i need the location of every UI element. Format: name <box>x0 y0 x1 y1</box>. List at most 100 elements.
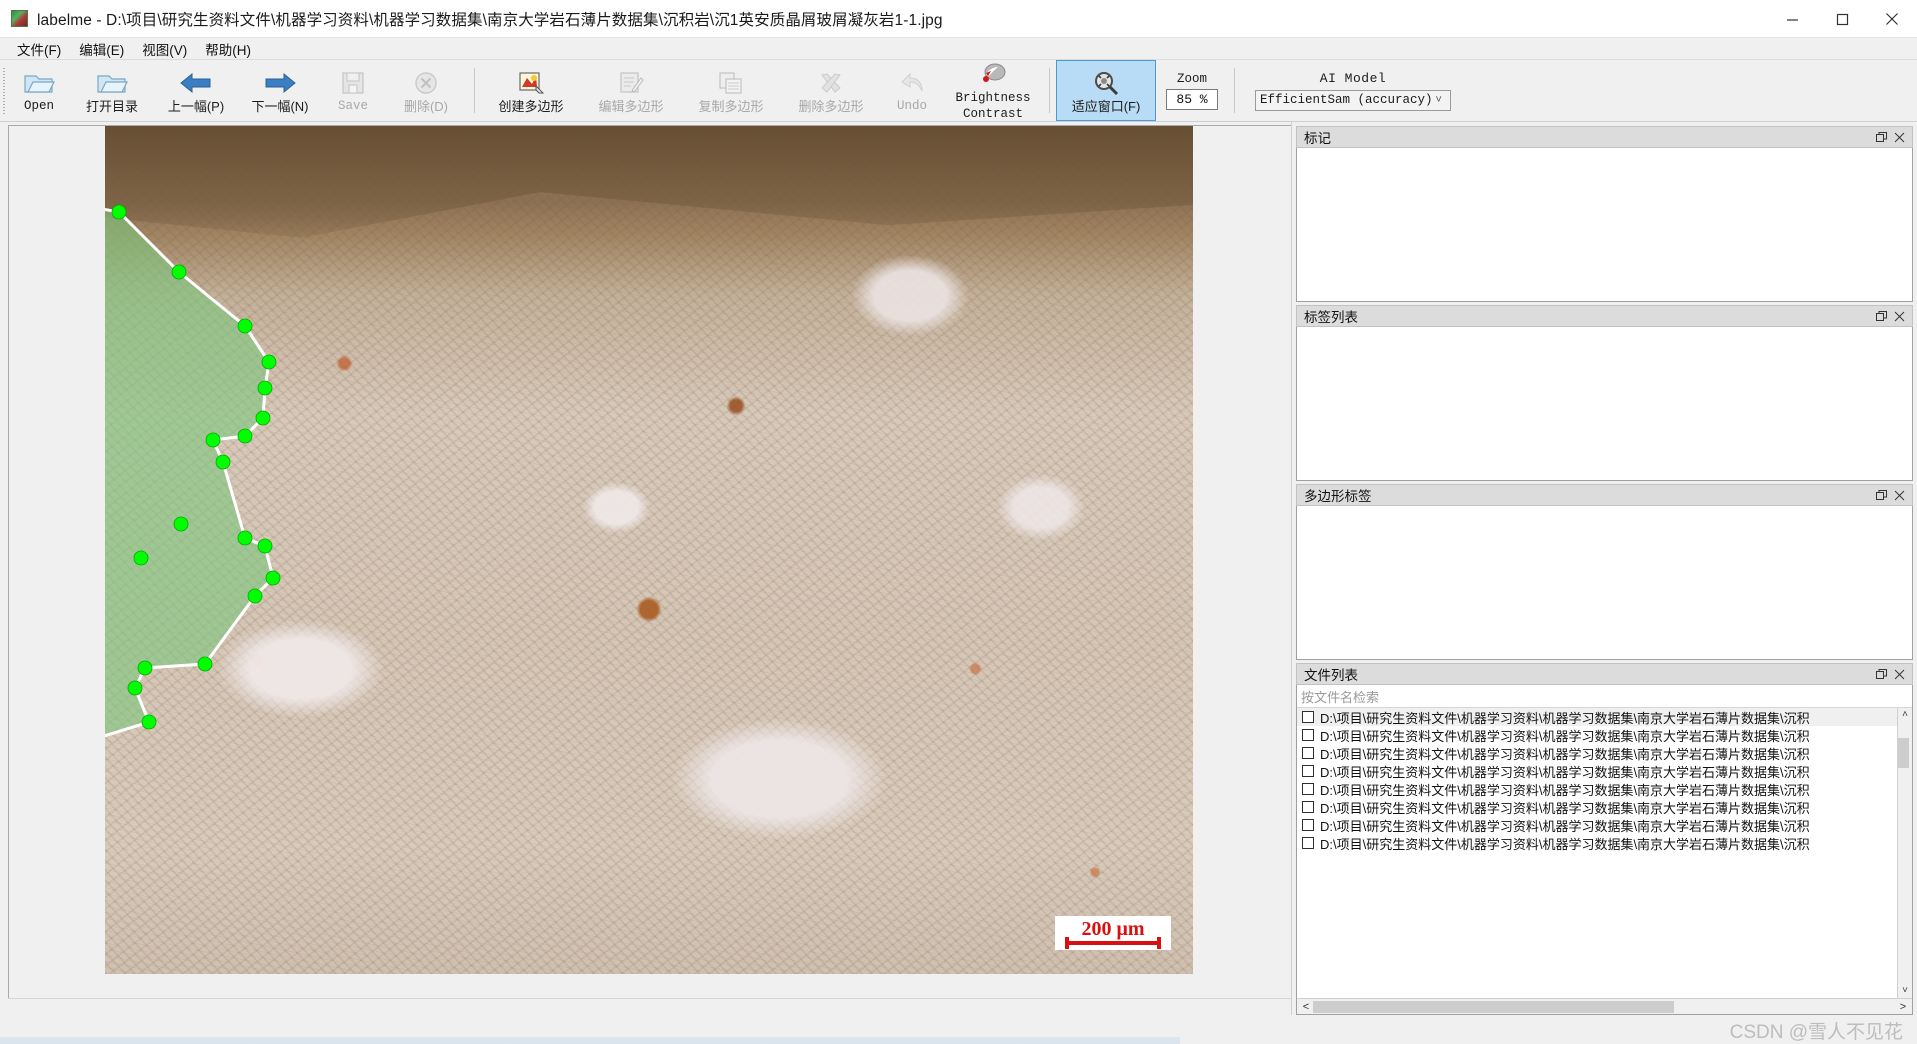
undo-button[interactable]: Undo <box>881 60 943 121</box>
hscroll-track[interactable] <box>1313 1000 1896 1013</box>
panel-polygon-labels-title: 多边形标签 <box>1304 489 1372 504</box>
chevron-down-icon: ˅ <box>1435 94 1442 107</box>
scroll-right-icon[interactable]: ˃ <box>1896 1001 1910 1013</box>
file-checkbox[interactable] <box>1302 819 1314 831</box>
prev-image-label: 上一幅(P) <box>167 98 225 114</box>
scroll-down-icon[interactable]: ˅ <box>1902 984 1908 998</box>
image-canvas[interactable]: 200 μm <box>8 125 1291 998</box>
delete-button-label: 删除(D) <box>403 98 449 114</box>
toolbar-separator-2 <box>1049 68 1050 113</box>
contrast-label: Contrast <box>962 106 1023 121</box>
menu-help[interactable]: 帮助(H) <box>196 37 260 61</box>
float-icon[interactable] <box>1872 128 1890 146</box>
close-icon[interactable] <box>1890 665 1908 683</box>
zoom-control: Zoom 85 % <box>1156 60 1228 121</box>
menu-file[interactable]: 文件(F) <box>8 37 70 61</box>
delete-icon <box>413 68 439 98</box>
minimize-icon[interactable] <box>1767 0 1817 38</box>
ai-model-caption: AI Model <box>1319 70 1387 86</box>
open-button[interactable]: Open <box>8 60 70 121</box>
float-icon[interactable] <box>1872 486 1890 504</box>
save-icon <box>340 68 366 98</box>
file-list-horizontal-scrollbar[interactable]: ˂ ˃ <box>1297 998 1912 1014</box>
file-list-vertical-scrollbar[interactable]: ˄ ˅ <box>1897 708 1912 998</box>
close-icon[interactable] <box>1867 0 1917 38</box>
labelme-icon <box>11 10 28 27</box>
menu-view[interactable]: 视图(V) <box>133 37 196 61</box>
maximize-icon[interactable] <box>1817 0 1867 38</box>
toolbar-separator-3 <box>1234 68 1235 113</box>
file-checkbox[interactable] <box>1302 747 1314 759</box>
delete-polygon-label: 删除多边形 <box>798 98 864 114</box>
file-checkbox[interactable] <box>1302 729 1314 741</box>
edit-polygon-icon <box>617 68 645 98</box>
create-polygon-button[interactable]: 创建多边形 <box>481 60 581 121</box>
scroll-up-icon[interactable]: ˄ <box>1902 708 1908 722</box>
panel-file-list-header: 文件列表 <box>1296 663 1913 685</box>
toolbar-separator-1 <box>474 68 475 113</box>
scroll-thumb[interactable] <box>1897 738 1909 768</box>
list-item[interactable]: D:\项目\研究生资料文件\机器学习资料\机器学习数据集\南京大学岩石薄片数据集… <box>1297 744 1897 762</box>
save-button[interactable]: Save <box>322 60 384 121</box>
list-item[interactable]: D:\项目\研究生资料文件\机器学习资料\机器学习数据集\南京大学岩石薄片数据集… <box>1297 762 1897 780</box>
panel-flags-title: 标记 <box>1304 131 1331 146</box>
delete-polygon-button[interactable]: 删除多边形 <box>781 60 881 121</box>
float-icon[interactable] <box>1872 307 1890 325</box>
close-icon[interactable] <box>1890 128 1908 146</box>
zoom-input[interactable]: 85 % <box>1166 88 1218 110</box>
file-path: D:\项目\研究生资料文件\机器学习资料\机器学习数据集\南京大学岩石薄片数据集… <box>1320 782 1810 798</box>
list-item[interactable]: D:\项目\研究生资料文件\机器学习资料\机器学习数据集\南京大学岩石薄片数据集… <box>1297 816 1897 834</box>
ai-model-select[interactable]: EfficientSam (accuracy) ˅ <box>1255 89 1451 111</box>
brightness-contrast-button[interactable]: Brightness Contrast <box>943 60 1043 121</box>
fit-window-label: 适应窗口(F) <box>1071 98 1141 114</box>
file-checkbox[interactable] <box>1302 801 1314 813</box>
list-item[interactable]: D:\项目\研究生资料文件\机器学习资料\机器学习数据集\南京大学岩石薄片数据集… <box>1297 798 1897 816</box>
file-path: D:\项目\研究生资料文件\机器学习资料\机器学习数据集\南京大学岩石薄片数据集… <box>1320 764 1810 780</box>
ai-model-value: EfficientSam (accuracy) <box>1260 93 1433 107</box>
canvas-horizontal-scrollbar[interactable] <box>8 998 1291 1015</box>
polygon-annotation[interactable] <box>105 126 1193 974</box>
panel-flags-body[interactable] <box>1296 148 1913 302</box>
prev-image-button[interactable]: 上一幅(P) <box>154 60 238 121</box>
open-folder-icon <box>23 68 55 98</box>
panel-polygon-labels-header: 多边形标签 <box>1296 484 1913 506</box>
panel-flags: 标记 <box>1296 126 1913 302</box>
panel-label-list-header: 标签列表 <box>1296 305 1913 327</box>
edit-polygon-button[interactable]: 编辑多边形 <box>581 60 681 121</box>
close-icon[interactable] <box>1890 486 1908 504</box>
next-image-label: 下一幅(N) <box>251 98 309 114</box>
fit-window-icon <box>1091 68 1121 98</box>
file-path: D:\项目\研究生资料文件\机器学习资料\机器学习数据集\南京大学岩石薄片数据集… <box>1320 710 1810 726</box>
list-item[interactable]: D:\项目\研究生资料文件\机器学习资料\机器学习数据集\南京大学岩石薄片数据集… <box>1297 834 1897 852</box>
list-item[interactable]: D:\项目\研究生资料文件\机器学习资料\机器学习数据集\南京大学岩石薄片数据集… <box>1297 780 1897 798</box>
close-icon[interactable] <box>1890 307 1908 325</box>
brightness-label: Brightness <box>955 91 1031 106</box>
list-item[interactable]: D:\项目\研究生资料文件\机器学习资料\机器学习数据集\南京大学岩石薄片数据集… <box>1297 708 1897 726</box>
next-image-button[interactable]: 下一幅(N) <box>238 60 322 121</box>
panel-file-list: 文件列表 按文件名检索 D:\项目\研究生资料文件\机器学习资料\机器学习数据集… <box>1296 663 1913 1015</box>
window-title: labelme - D:\项目\研究生资料文件\机器学习资料\机器学习数据集\南… <box>37 11 943 29</box>
file-search-input[interactable]: 按文件名检索 <box>1297 685 1912 708</box>
edit-polygon-label: 编辑多边形 <box>598 98 664 114</box>
file-path: D:\项目\研究生资料文件\机器学习资料\机器学习数据集\南京大学岩石薄片数据集… <box>1320 728 1810 744</box>
menu-edit[interactable]: 编辑(E) <box>70 37 133 61</box>
file-checkbox[interactable] <box>1302 783 1314 795</box>
scroll-left-icon[interactable]: ˂ <box>1299 1001 1313 1013</box>
undo-icon <box>898 68 926 98</box>
open-directory-button[interactable]: 打开目录 <box>70 60 154 121</box>
fit-window-button[interactable]: 适应窗口(F) <box>1056 60 1156 121</box>
file-checkbox[interactable] <box>1302 711 1314 723</box>
delete-button[interactable]: 删除(D) <box>384 60 468 121</box>
toolbar-grip[interactable] <box>0 60 8 121</box>
panel-polygon-labels: 多边形标签 <box>1296 484 1913 660</box>
panel-label-list: 标签列表 <box>1296 305 1913 481</box>
panel-polygon-labels-body[interactable] <box>1296 506 1913 660</box>
copy-polygon-button[interactable]: 复制多边形 <box>681 60 781 121</box>
float-icon[interactable] <box>1872 665 1890 683</box>
panel-label-list-body[interactable] <box>1296 327 1913 481</box>
list-item[interactable]: D:\项目\研究生资料文件\机器学习资料\机器学习数据集\南京大学岩石薄片数据集… <box>1297 726 1897 744</box>
file-checkbox[interactable] <box>1302 837 1314 849</box>
hscroll-thumb[interactable] <box>1313 1000 1675 1013</box>
file-path: D:\项目\研究生资料文件\机器学习资料\机器学习数据集\南京大学岩石薄片数据集… <box>1320 836 1810 852</box>
file-checkbox[interactable] <box>1302 765 1314 777</box>
